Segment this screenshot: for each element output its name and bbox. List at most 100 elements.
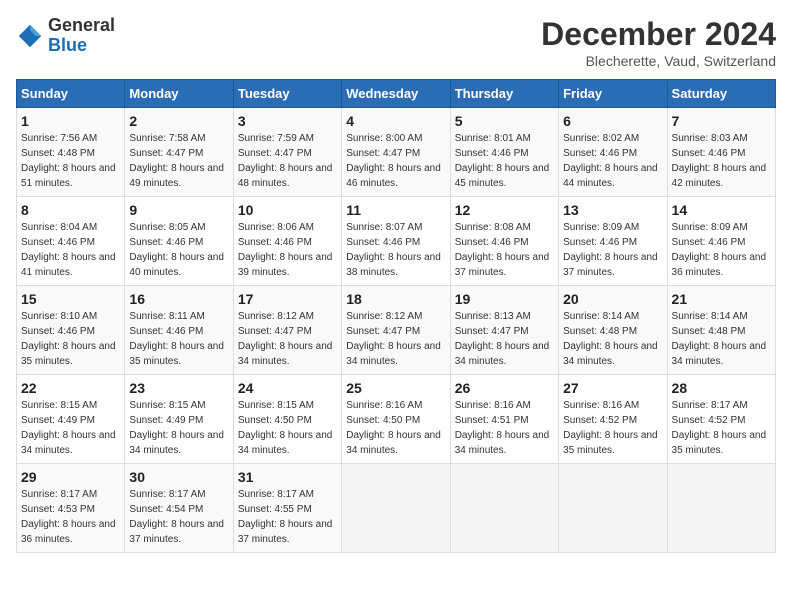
header: General Blue December 2024 Blecherette, … xyxy=(16,16,776,69)
table-row: 6 Sunrise: 8:02 AMSunset: 4:46 PMDaylight… xyxy=(559,108,667,197)
month-title: December 2024 xyxy=(541,16,776,53)
table-row: 30Sunrise: 8:17 AMSunset: 4:54 PMDayligh… xyxy=(125,464,233,553)
day-info: Sunrise: 8:17 AMSunset: 4:52 PMDaylight:… xyxy=(672,398,771,458)
calendar-row: 29 Sunrise: 8:17 AMSunset: 4:53 PMDayligh… xyxy=(17,464,776,553)
day-info: Sunrise: 8:17 AMSunset: 4:53 PMDaylight:… xyxy=(21,487,120,547)
table-row: 16 Sunrise: 8:11 AMSunset: 4:46 PMDayligh… xyxy=(125,286,233,375)
day-number: 1 xyxy=(21,113,120,129)
table-row: 1 Sunrise: 7:56 AMSunset: 4:48 PMDaylight… xyxy=(17,108,125,197)
col-friday: Friday xyxy=(559,80,667,108)
table-row: 11 Sunrise: 8:07 AMSunset: 4:46 PMDayligh… xyxy=(342,197,450,286)
day-info: Sunrise: 8:08 AMSunset: 4:46 PMDaylight:… xyxy=(455,220,554,280)
day-info: Sunrise: 8:09 AMSunset: 4:46 PMDaylight:… xyxy=(672,220,771,280)
day-info: Sunrise: 8:14 AMSunset: 4:48 PMDaylight:… xyxy=(563,309,662,369)
day-info: Sunrise: 7:59 AMSunset: 4:47 PMDaylight:… xyxy=(238,131,337,191)
table-row: 3 Sunrise: 7:59 AMSunset: 4:47 PMDaylight… xyxy=(233,108,341,197)
day-number: 31 xyxy=(238,469,337,485)
table-row: 25 Sunrise: 8:16 AMSunset: 4:50 PMDayligh… xyxy=(342,375,450,464)
table-row: 8 Sunrise: 8:04 AMSunset: 4:46 PMDaylight… xyxy=(17,197,125,286)
day-number: 6 xyxy=(563,113,662,129)
day-number: 23 xyxy=(129,380,228,396)
calendar-row: 8 Sunrise: 8:04 AMSunset: 4:46 PMDaylight… xyxy=(17,197,776,286)
day-info: Sunrise: 8:01 AMSunset: 4:46 PMDaylight:… xyxy=(455,131,554,191)
table-row: 23 Sunrise: 8:15 AMSunset: 4:49 PMDayligh… xyxy=(125,375,233,464)
table-row: 15Sunrise: 8:10 AMSunset: 4:46 PMDayligh… xyxy=(17,286,125,375)
day-info: Sunrise: 7:56 AMSunset: 4:48 PMDaylight:… xyxy=(21,131,120,191)
logo-general: General xyxy=(48,15,115,35)
table-row: 19Sunrise: 8:13 AMSunset: 4:47 PMDayligh… xyxy=(450,286,558,375)
day-info: Sunrise: 8:16 AMSunset: 4:50 PMDaylight:… xyxy=(346,398,445,458)
day-info: Sunrise: 8:04 AMSunset: 4:46 PMDaylight:… xyxy=(21,220,120,280)
day-number: 22 xyxy=(21,380,120,396)
day-number: 11 xyxy=(346,202,445,218)
table-row: 28 Sunrise: 8:17 AMSunset: 4:52 PMDayligh… xyxy=(667,375,775,464)
table-row: 27 Sunrise: 8:16 AMSunset: 4:52 PMDayligh… xyxy=(559,375,667,464)
calendar-header: Sunday Monday Tuesday Wednesday Thursday… xyxy=(17,80,776,108)
day-info: Sunrise: 8:10 AMSunset: 4:46 PMDaylight:… xyxy=(21,309,120,369)
day-info: Sunrise: 8:17 AMSunset: 4:55 PMDaylight:… xyxy=(238,487,337,547)
calendar-row: 15Sunrise: 8:10 AMSunset: 4:46 PMDayligh… xyxy=(17,286,776,375)
day-number: 17 xyxy=(238,291,337,307)
table-row xyxy=(667,464,775,553)
calendar-body: 1 Sunrise: 7:56 AMSunset: 4:48 PMDaylight… xyxy=(17,108,776,553)
day-info: Sunrise: 8:07 AMSunset: 4:46 PMDaylight:… xyxy=(346,220,445,280)
day-number: 27 xyxy=(563,380,662,396)
day-info: Sunrise: 7:58 AMSunset: 4:47 PMDaylight:… xyxy=(129,131,228,191)
logo-icon xyxy=(16,22,44,50)
day-info: Sunrise: 8:13 AMSunset: 4:47 PMDaylight:… xyxy=(455,309,554,369)
table-row: 18Sunrise: 8:12 AMSunset: 4:47 PMDayligh… xyxy=(342,286,450,375)
table-row: 5Sunrise: 8:01 AMSunset: 4:46 PMDaylight… xyxy=(450,108,558,197)
logo: General Blue xyxy=(16,16,115,56)
table-row xyxy=(559,464,667,553)
day-number: 29 xyxy=(21,469,120,485)
day-number: 30 xyxy=(129,469,228,485)
day-info: Sunrise: 8:15 AMSunset: 4:49 PMDaylight:… xyxy=(129,398,228,458)
day-number: 2 xyxy=(129,113,228,129)
table-row: 13 Sunrise: 8:09 AMSunset: 4:46 PMDayligh… xyxy=(559,197,667,286)
col-sunday: Sunday xyxy=(17,80,125,108)
day-number: 9 xyxy=(129,202,228,218)
day-info: Sunrise: 8:00 AMSunset: 4:47 PMDaylight:… xyxy=(346,131,445,191)
col-thursday: Thursday xyxy=(450,80,558,108)
calendar: Sunday Monday Tuesday Wednesday Thursday… xyxy=(16,79,776,553)
table-row xyxy=(342,464,450,553)
day-number: 3 xyxy=(238,113,337,129)
day-number: 16 xyxy=(129,291,228,307)
location-title: Blecherette, Vaud, Switzerland xyxy=(541,53,776,69)
day-info: Sunrise: 8:14 AMSunset: 4:48 PMDaylight:… xyxy=(672,309,771,369)
col-tuesday: Tuesday xyxy=(233,80,341,108)
table-row: 9Sunrise: 8:05 AMSunset: 4:46 PMDaylight… xyxy=(125,197,233,286)
day-info: Sunrise: 8:15 AMSunset: 4:50 PMDaylight:… xyxy=(238,398,337,458)
table-row: 2 Sunrise: 7:58 AMSunset: 4:47 PMDaylight… xyxy=(125,108,233,197)
table-row: 14Sunrise: 8:09 AMSunset: 4:46 PMDayligh… xyxy=(667,197,775,286)
table-row: 29 Sunrise: 8:17 AMSunset: 4:53 PMDayligh… xyxy=(17,464,125,553)
day-number: 12 xyxy=(455,202,554,218)
col-saturday: Saturday xyxy=(667,80,775,108)
table-row: 4 Sunrise: 8:00 AMSunset: 4:47 PMDaylight… xyxy=(342,108,450,197)
table-row: 24Sunrise: 8:15 AMSunset: 4:50 PMDayligh… xyxy=(233,375,341,464)
day-info: Sunrise: 8:03 AMSunset: 4:46 PMDaylight:… xyxy=(672,131,771,191)
day-info: Sunrise: 8:16 AMSunset: 4:51 PMDaylight:… xyxy=(455,398,554,458)
day-number: 7 xyxy=(672,113,771,129)
table-row: 20 Sunrise: 8:14 AMSunset: 4:48 PMDayligh… xyxy=(559,286,667,375)
day-number: 8 xyxy=(21,202,120,218)
day-info: Sunrise: 8:02 AMSunset: 4:46 PMDaylight:… xyxy=(563,131,662,191)
day-info: Sunrise: 8:06 AMSunset: 4:46 PMDaylight:… xyxy=(238,220,337,280)
day-info: Sunrise: 8:15 AMSunset: 4:49 PMDaylight:… xyxy=(21,398,120,458)
day-number: 4 xyxy=(346,113,445,129)
day-info: Sunrise: 8:16 AMSunset: 4:52 PMDaylight:… xyxy=(563,398,662,458)
day-info: Sunrise: 8:11 AMSunset: 4:46 PMDaylight:… xyxy=(129,309,228,369)
col-monday: Monday xyxy=(125,80,233,108)
day-number: 25 xyxy=(346,380,445,396)
day-number: 28 xyxy=(672,380,771,396)
col-wednesday: Wednesday xyxy=(342,80,450,108)
day-info: Sunrise: 8:09 AMSunset: 4:46 PMDaylight:… xyxy=(563,220,662,280)
day-number: 10 xyxy=(238,202,337,218)
day-info: Sunrise: 8:12 AMSunset: 4:47 PMDaylight:… xyxy=(238,309,337,369)
table-row: 17 Sunrise: 8:12 AMSunset: 4:47 PMDayligh… xyxy=(233,286,341,375)
table-row: 21Sunrise: 8:14 AMSunset: 4:48 PMDayligh… xyxy=(667,286,775,375)
day-number: 20 xyxy=(563,291,662,307)
table-row: 31 Sunrise: 8:17 AMSunset: 4:55 PMDayligh… xyxy=(233,464,341,553)
day-number: 13 xyxy=(563,202,662,218)
day-number: 18 xyxy=(346,291,445,307)
